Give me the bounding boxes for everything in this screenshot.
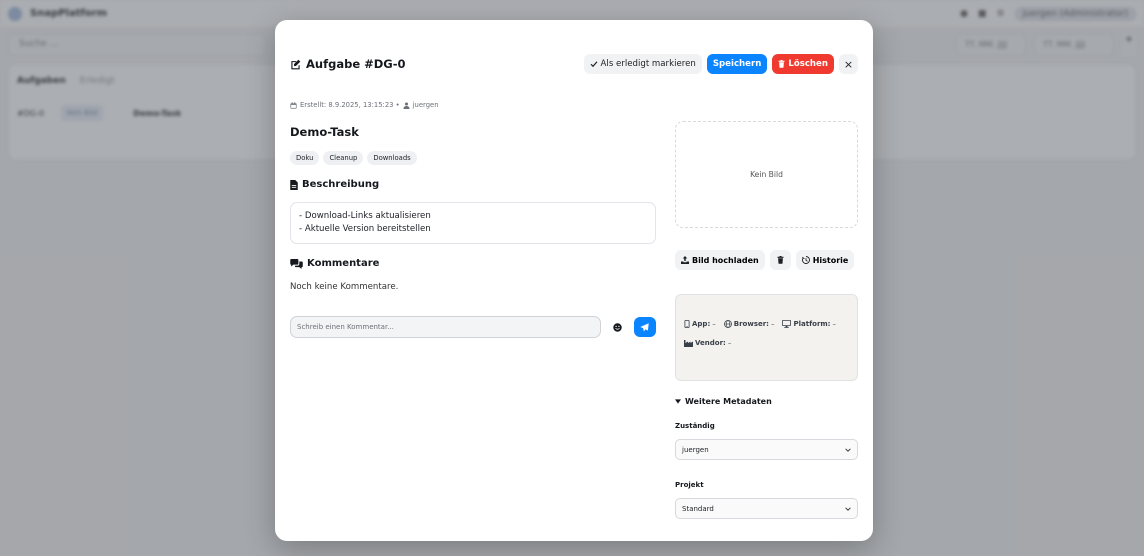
history-icon bbox=[801, 256, 810, 264]
tag-doku[interactable]: Doku bbox=[290, 151, 320, 165]
smiley-icon bbox=[613, 322, 622, 332]
globe-icon bbox=[723, 320, 732, 328]
comments-heading: Kommentare bbox=[290, 258, 656, 269]
check-icon bbox=[590, 60, 598, 68]
created-text: Erstellt: 8.9.2025, 13:15:23 • bbox=[300, 101, 400, 109]
document-icon bbox=[290, 179, 298, 190]
modal-header: Aufgabe #DG-0 Als erledigt markieren Spe… bbox=[290, 53, 858, 75]
task-title[interactable]: Demo-Task bbox=[290, 125, 656, 139]
task-sidebar: Kein Bild Bild hochladen Historie App: –… bbox=[675, 121, 858, 519]
project-select[interactable]: Standard bbox=[675, 498, 858, 519]
delete-button[interactable]: Löschen bbox=[772, 54, 834, 74]
meta-platform-value: – bbox=[832, 320, 836, 328]
created-meta: Erstellt: 8.9.2025, 13:15:23 • juergen bbox=[290, 101, 439, 109]
history-button[interactable]: Historie bbox=[795, 250, 855, 270]
paper-plane-icon bbox=[640, 322, 649, 332]
image-actions: Bild hochladen Historie bbox=[675, 250, 858, 270]
meta-app: App: – bbox=[684, 320, 716, 328]
save-button[interactable]: Speichern bbox=[706, 54, 768, 74]
chevron-down-icon bbox=[845, 506, 851, 511]
meta-app-label: App: bbox=[692, 320, 711, 328]
task-modal: Aufgabe #DG-0 Als erledigt markieren Spe… bbox=[275, 20, 873, 541]
meta-vendor-label: Vendor: bbox=[695, 339, 726, 347]
tag-downloads[interactable]: Downloads bbox=[367, 151, 417, 165]
meta-vendor-value: – bbox=[727, 339, 732, 347]
delete-label: Löschen bbox=[788, 59, 828, 69]
comments-heading-text: Kommentare bbox=[307, 258, 380, 269]
emoji-button[interactable] bbox=[606, 316, 629, 338]
modal-title-text: Aufgabe #DG-0 bbox=[306, 57, 406, 71]
edit-icon bbox=[290, 59, 301, 70]
device-meta-row: App: – Browser: – Platform: – bbox=[684, 320, 849, 328]
upload-icon bbox=[681, 256, 689, 264]
trash-icon bbox=[777, 256, 784, 264]
description-box[interactable]: - Download-Links aktualisieren - Aktuell… bbox=[290, 202, 656, 244]
assignee-select[interactable]: juergen bbox=[675, 439, 858, 460]
trash-icon bbox=[778, 60, 785, 68]
user-icon bbox=[403, 101, 410, 109]
device-meta-box: App: – Browser: – Platform: – Vendor: – bbox=[675, 294, 858, 381]
modal-title: Aufgabe #DG-0 bbox=[290, 57, 406, 71]
image-dropzone[interactable]: Kein Bild bbox=[675, 121, 858, 228]
history-label: Historie bbox=[812, 255, 849, 265]
tag-list: Doku Cleanup Downloads bbox=[290, 151, 656, 165]
comment-input[interactable] bbox=[290, 316, 601, 338]
delete-image-button[interactable] bbox=[769, 250, 791, 270]
no-comments-text: Noch keine Kommentare. bbox=[290, 282, 399, 292]
meta-vendor: Vendor: – bbox=[684, 339, 731, 347]
assignee-value: juergen bbox=[682, 445, 709, 454]
close-button[interactable]: × bbox=[839, 54, 858, 74]
tag-cleanup[interactable]: Cleanup bbox=[323, 151, 364, 165]
comments-icon bbox=[290, 258, 303, 269]
industry-icon bbox=[684, 339, 693, 347]
project-value: Standard bbox=[682, 504, 714, 513]
meta-platform: Platform: – bbox=[782, 320, 836, 328]
upload-image-label: Bild hochladen bbox=[692, 255, 759, 265]
comment-composer bbox=[290, 316, 656, 338]
mark-done-button[interactable]: Als erledigt markieren bbox=[583, 54, 702, 74]
meta-browser-label: Browser: bbox=[733, 320, 769, 328]
calendar-icon bbox=[290, 101, 297, 109]
caret-down-icon bbox=[675, 399, 681, 404]
meta-app-value: – bbox=[712, 320, 716, 328]
task-details: Demo-Task Doku Cleanup Downloads Beschre… bbox=[290, 125, 656, 338]
meta-browser-value: – bbox=[770, 320, 775, 328]
header-actions: Als erledigt markieren Speichern Löschen… bbox=[583, 54, 858, 74]
mark-done-label: Als erledigt markieren bbox=[600, 59, 696, 69]
assignee-label: Zuständig bbox=[675, 422, 715, 430]
vendor-meta-row: Vendor: – bbox=[684, 339, 849, 347]
upload-image-button[interactable]: Bild hochladen bbox=[675, 250, 765, 270]
more-metadata-toggle[interactable]: Weitere Metadaten bbox=[675, 397, 858, 406]
send-comment-button[interactable] bbox=[633, 317, 656, 337]
phone-icon bbox=[684, 320, 690, 328]
description-heading-text: Beschreibung bbox=[302, 179, 380, 190]
more-metadata-label: Weitere Metadaten bbox=[685, 397, 772, 406]
desktop-icon bbox=[782, 320, 792, 328]
description-heading: Beschreibung bbox=[290, 179, 656, 190]
project-label: Projekt bbox=[675, 481, 704, 489]
chevron-down-icon bbox=[845, 447, 851, 452]
meta-platform-label: Platform: bbox=[793, 320, 831, 328]
created-user: juergen bbox=[412, 101, 439, 109]
meta-browser: Browser: – bbox=[723, 320, 775, 328]
